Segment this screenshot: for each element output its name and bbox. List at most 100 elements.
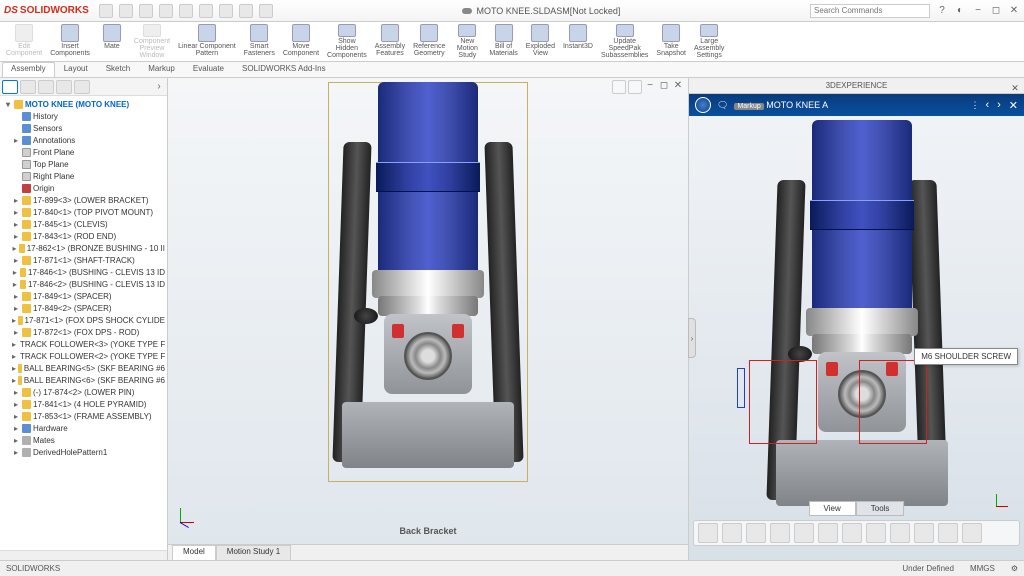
- ribbon-tab-layout[interactable]: Layout: [55, 62, 97, 77]
- user-icon[interactable]: ◐: [954, 5, 966, 17]
- ribbon-move-button[interactable]: MoveComponent: [279, 23, 323, 60]
- more-icon[interactable]: ⋮: [970, 100, 979, 111]
- feature-manager-tab-icon[interactable]: [2, 80, 18, 94]
- tree-node[interactable]: Top Plane: [2, 158, 165, 170]
- ribbon-exploded-button[interactable]: ExplodedView: [522, 23, 559, 60]
- gfx-maximize-icon[interactable]: ◻: [658, 80, 670, 92]
- feature-tree[interactable]: ▾MOTO KNEE (MOTO KNEE)HistorySensors▸Ann…: [0, 96, 167, 550]
- help-icon[interactable]: ?: [936, 5, 948, 17]
- qat-settings-icon[interactable]: [259, 4, 273, 18]
- tree-node[interactable]: Front Plane: [2, 146, 165, 158]
- qat-save-icon[interactable]: [139, 4, 153, 18]
- status-gear-icon[interactable]: ⚙: [1011, 564, 1018, 573]
- gfx-minimize-icon[interactable]: −: [644, 80, 656, 92]
- xt-explode-icon[interactable]: [890, 523, 910, 543]
- markup-close-icon[interactable]: ✕: [1009, 99, 1018, 112]
- ribbon-instant3d-button[interactable]: Instant3D: [559, 23, 597, 60]
- tree-node[interactable]: ▸(-) 17-874<2> (LOWER PIN): [2, 386, 165, 398]
- chat-icon[interactable]: 🗨: [717, 100, 728, 111]
- tree-node[interactable]: ▸17-862<1> (BRONZE BUSHING - 10 II: [2, 242, 165, 254]
- compass-icon[interactable]: [695, 97, 711, 113]
- xt-comment-icon[interactable]: [698, 523, 718, 543]
- xt-view-icon[interactable]: [962, 523, 982, 543]
- ribbon-smart-button[interactable]: SmartFasteners: [240, 23, 279, 60]
- tree-node[interactable]: ▸BALL BEARING<5> (SKF BEARING #6: [2, 362, 165, 374]
- ribbon-show-button[interactable]: ShowHiddenComponents: [323, 23, 371, 60]
- ribbon-large-button[interactable]: LargeAssemblySettings: [690, 23, 728, 60]
- ribbon-tab-markup[interactable]: Markup: [139, 62, 184, 77]
- ribbon-new-button[interactable]: NewMotionStudy: [449, 23, 485, 60]
- tree-node[interactable]: ▸17-899<3> (LOWER BRACKET): [2, 194, 165, 206]
- ribbon-tab-sketch[interactable]: Sketch: [97, 62, 139, 77]
- display-manager-tab-icon[interactable]: [74, 80, 90, 94]
- tree-node[interactable]: ▸TRACK FOLLOWER<3> (YOKE TYPE F: [2, 338, 165, 350]
- xt-snapshot-icon[interactable]: [914, 523, 934, 543]
- xt-rotate-icon[interactable]: [842, 523, 862, 543]
- gfx-close-icon[interactable]: ✕: [672, 80, 684, 92]
- xt-textbox-icon[interactable]: [770, 523, 790, 543]
- ribbon-linear-component-button[interactable]: Linear ComponentPattern: [174, 23, 240, 60]
- tree-node[interactable]: ▸17-841<1> (4 HOLE PYRAMID): [2, 398, 165, 410]
- markup-view[interactable]: › M6 SHOULDER SCREW: [689, 116, 1024, 560]
- tree-node[interactable]: ▸17-871<1> (SHAFT-TRACK): [2, 254, 165, 266]
- ribbon-tab-solidworks-add-ins[interactable]: SOLIDWORKS Add-Ins: [233, 62, 335, 77]
- markup-tab-view[interactable]: View: [809, 501, 856, 516]
- qat-undo-icon[interactable]: [179, 4, 193, 18]
- ribbon-tab-assembly[interactable]: Assembly: [2, 62, 55, 77]
- tree-node[interactable]: ▸17-845<1> (CLEVIS): [2, 218, 165, 230]
- xt-measure-icon[interactable]: [722, 523, 742, 543]
- qat-print-icon[interactable]: [159, 4, 173, 18]
- orientation-triad[interactable]: [176, 504, 200, 528]
- configuration-manager-tab-icon[interactable]: [38, 80, 54, 94]
- tree-node[interactable]: ▸Annotations: [2, 134, 165, 146]
- ribbon-bill-of-button[interactable]: Bill ofMaterials: [485, 23, 521, 60]
- tree-node[interactable]: Origin: [2, 182, 165, 194]
- qat-new-icon[interactable]: [99, 4, 113, 18]
- dimxpert-tab-icon[interactable]: [56, 80, 72, 94]
- bottom-tab-model[interactable]: Model: [172, 545, 216, 560]
- tree-scrollbar[interactable]: [0, 550, 167, 560]
- gfx-btn-1-icon[interactable]: [612, 80, 626, 94]
- close-icon[interactable]: ✕: [1008, 5, 1020, 17]
- tree-node[interactable]: ▸17-849<2> (SPACER): [2, 302, 165, 314]
- ribbon-tab-evaluate[interactable]: Evaluate: [184, 62, 233, 77]
- graphics-area[interactable]: − ◻ ✕ Back Bracket ModelMotion Study 1: [168, 78, 688, 560]
- tree-node[interactable]: ▸Hardware: [2, 422, 165, 434]
- status-units[interactable]: MMGS: [970, 564, 995, 573]
- tree-node[interactable]: ▸17-846<1> (BUSHING - CLEVIS 13 ID: [2, 266, 165, 278]
- minimize-icon[interactable]: −: [972, 5, 984, 17]
- qat-rebuild-icon[interactable]: [239, 4, 253, 18]
- tree-node[interactable]: ▸DerivedHolePattern1: [2, 446, 165, 458]
- xt-fit-icon[interactable]: [938, 523, 958, 543]
- ribbon-update-button[interactable]: UpdateSpeedPakSubassemblies: [597, 23, 652, 60]
- tree-node[interactable]: ▾MOTO KNEE (MOTO KNEE): [2, 98, 165, 110]
- xt-draw-icon[interactable]: [794, 523, 814, 543]
- qat-redo-icon[interactable]: [199, 4, 213, 18]
- ribbon-reference-button[interactable]: ReferenceGeometry: [409, 23, 449, 60]
- tree-node[interactable]: ▸17-843<1> (ROD END): [2, 230, 165, 242]
- tree-node[interactable]: Sensors: [2, 122, 165, 134]
- property-manager-tab-icon[interactable]: [20, 80, 36, 94]
- bottom-tab-motion-study-1[interactable]: Motion Study 1: [216, 545, 291, 560]
- tree-node[interactable]: Right Plane: [2, 170, 165, 182]
- tree-node[interactable]: ▸BALL BEARING<6> (SKF BEARING #6: [2, 374, 165, 386]
- tree-node[interactable]: ▸17-871<1> (FOX DPS SHOCK CYLIDE: [2, 314, 165, 326]
- tree-node[interactable]: ▸17-872<1> (FOX DPS - ROD): [2, 326, 165, 338]
- xt-text-icon[interactable]: [746, 523, 766, 543]
- ribbon-mate-button[interactable]: Mate: [94, 23, 130, 60]
- ribbon-insert-button[interactable]: InsertComponents: [46, 23, 94, 60]
- tree-node[interactable]: ▸17-853<1> (FRAME ASSEMBLY): [2, 410, 165, 422]
- tree-node[interactable]: History: [2, 110, 165, 122]
- markup-annotation[interactable]: M6 SHOULDER SCREW: [914, 348, 1018, 365]
- tree-node[interactable]: ▸17-849<1> (SPACER): [2, 290, 165, 302]
- prev-icon[interactable]: ‹: [985, 99, 989, 112]
- qat-open-icon[interactable]: [119, 4, 133, 18]
- tree-node[interactable]: ▸17-846<2> (BUSHING - CLEVIS 13 ID: [2, 278, 165, 290]
- qat-options-icon[interactable]: [219, 4, 233, 18]
- next-icon[interactable]: ›: [997, 99, 1001, 112]
- tree-node[interactable]: ▸Mates: [2, 434, 165, 446]
- markup-tab-tools[interactable]: Tools: [856, 501, 905, 516]
- markup-triad[interactable]: [996, 490, 1016, 510]
- tree-node[interactable]: ▸17-840<1> (TOP PIVOT MOUNT): [2, 206, 165, 218]
- search-commands-input[interactable]: [810, 4, 930, 18]
